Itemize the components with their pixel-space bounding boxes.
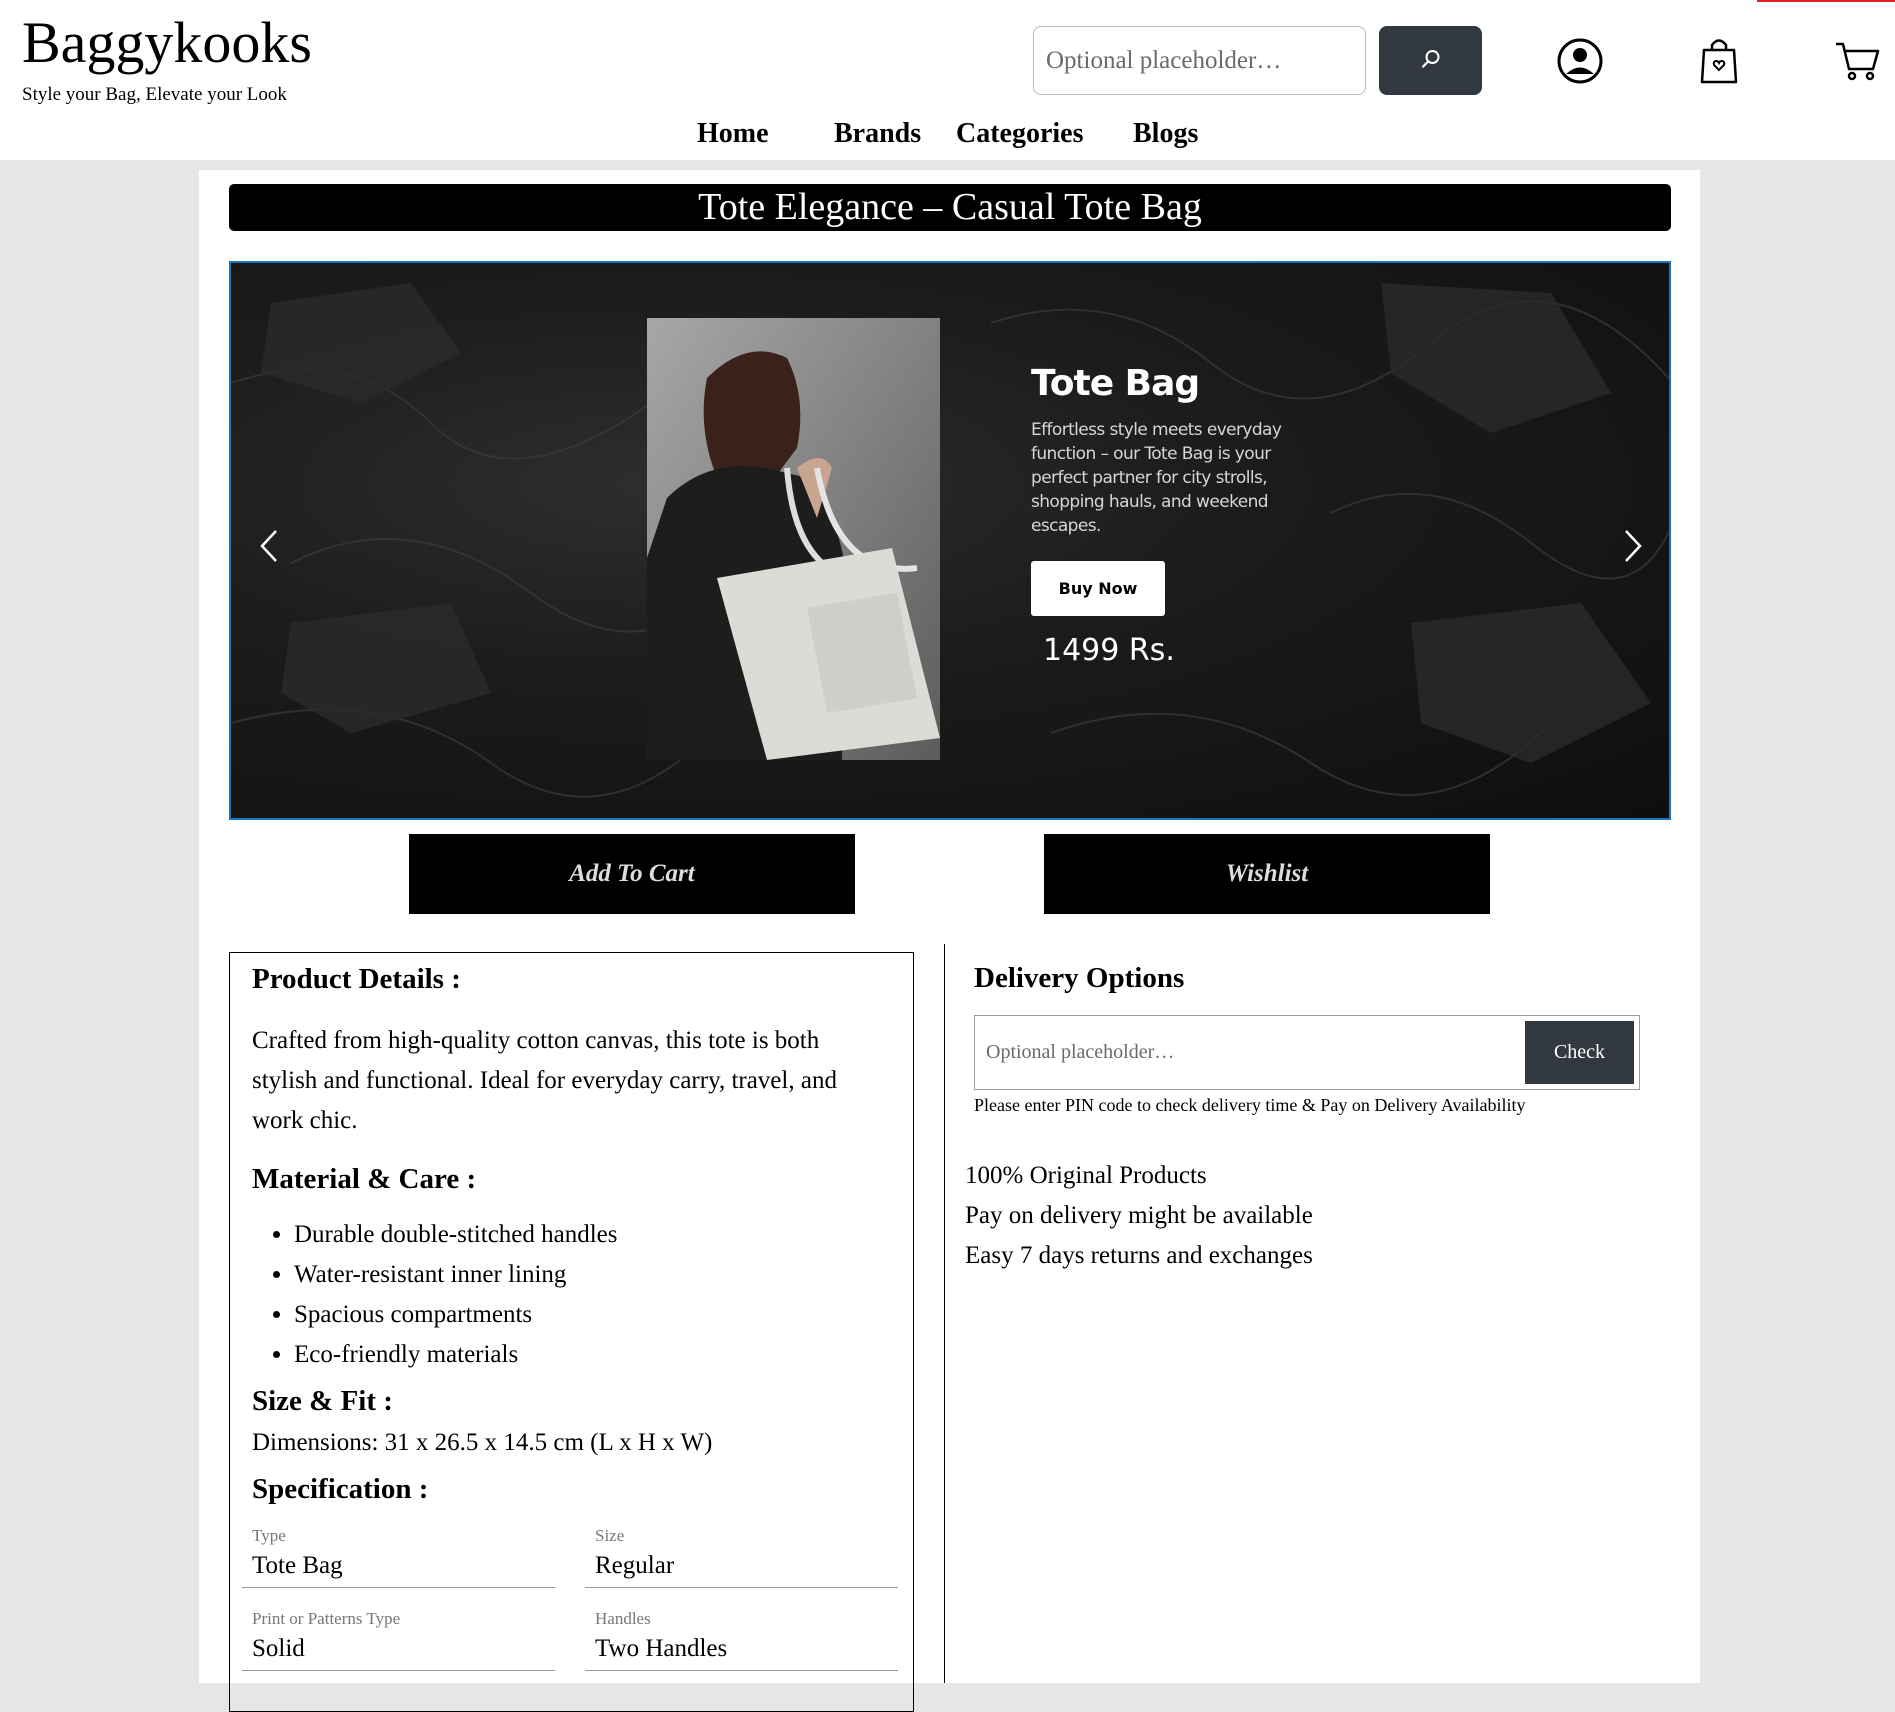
user-account-icon[interactable]: [1553, 34, 1607, 88]
shopping-bag-icon[interactable]: [1692, 34, 1746, 88]
pin-check-group: Check: [974, 1015, 1640, 1090]
spec-value-print: Solid: [252, 1635, 305, 1662]
add-to-cart-button[interactable]: Add To Cart: [409, 834, 855, 914]
assurance-original: 100% Original Products: [965, 1162, 1207, 1189]
chevron-left-icon[interactable]: [249, 521, 289, 571]
slide-price: 1499 Rs.: [1043, 633, 1175, 668]
search-input[interactable]: [1033, 26, 1366, 95]
top-accent-line: [1757, 0, 1895, 2]
delivery-options-heading: Delivery Options: [974, 962, 1185, 994]
spec-label-print: Print or Patterns Type: [252, 1609, 401, 1628]
spec-value-type: Tote Bag: [252, 1552, 343, 1579]
material-care-list: Durable double-stitched handles Water-re…: [252, 1215, 618, 1375]
pin-code-note: Please enter PIN code to check delivery …: [974, 1095, 1526, 1115]
assurance-pay-on-delivery: Pay on delivery might be available: [965, 1202, 1313, 1229]
buy-now-button[interactable]: Buy Now: [1031, 561, 1165, 616]
brand-logo[interactable]: Baggykooks: [22, 10, 312, 76]
spec-value-size: Regular: [595, 1552, 675, 1579]
product-title: Tote Elegance – Casual Tote Bag: [229, 184, 1671, 231]
check-button[interactable]: Check: [1525, 1021, 1634, 1084]
list-item: Spacious compartments: [294, 1295, 618, 1335]
dark-texture-background: [231, 283, 1669, 798]
assurance-returns: Easy 7 days returns and exchanges: [965, 1242, 1313, 1269]
slide-text: Tote Bag Effortless style meets everyday…: [1031, 363, 1291, 538]
spec-label-size: Size: [595, 1526, 625, 1545]
spec-divider: [242, 1587, 555, 1588]
size-fit-heading: Size & Fit :: [252, 1385, 393, 1417]
spec-divider: [242, 1670, 555, 1671]
nav-blogs[interactable]: Blogs: [1133, 118, 1198, 150]
list-item: Durable double-stitched handles: [294, 1215, 618, 1255]
product-details-panel: Product Details : Crafted from high-qual…: [229, 952, 914, 1712]
spec-divider: [585, 1670, 898, 1671]
dimensions-text: Dimensions: 31 x 26.5 x 14.5 cm (L x H x…: [252, 1429, 713, 1456]
pin-code-input[interactable]: [976, 1017, 1516, 1088]
slide-description: Effortless style meets everyday function…: [1031, 420, 1282, 536]
tote-bag-model-image: [647, 318, 940, 760]
list-item: Water-resistant inner lining: [294, 1255, 618, 1295]
search-button[interactable]: [1379, 26, 1482, 95]
spec-value-handles: Two Handles: [595, 1635, 728, 1662]
nav-categories[interactable]: Categories: [956, 118, 1084, 150]
spec-divider: [585, 1587, 898, 1588]
site-header: Baggykooks Style your Bag, Elevate your …: [0, 0, 1895, 160]
cart-icon[interactable]: [1830, 34, 1884, 88]
list-item: Eco-friendly materials: [294, 1335, 618, 1375]
spec-label-type: Type: [252, 1526, 286, 1545]
nav-brands[interactable]: Brands: [834, 118, 921, 150]
spec-label-handles: Handles: [595, 1609, 651, 1628]
product-page-content: Tote Elegance – Casual Tote Bag Tote Bag…: [199, 170, 1700, 1712]
magnifier-icon: [1420, 48, 1442, 73]
slide-title: Tote Bag: [1031, 363, 1200, 404]
column-divider: [944, 944, 945, 1683]
product-details-heading: Product Details :: [252, 963, 461, 995]
material-care-heading: Material & Care :: [252, 1163, 477, 1195]
product-description: Crafted from high-quality cotton canvas,…: [252, 1027, 837, 1134]
product-carousel[interactable]: Tote Bag Effortless style meets everyday…: [229, 261, 1671, 820]
specification-heading: Specification :: [252, 1473, 429, 1505]
nav-home[interactable]: Home: [697, 118, 769, 150]
brand-tagline: Style your Bag, Elevate your Look: [22, 84, 287, 105]
wishlist-button[interactable]: Wishlist: [1044, 834, 1490, 914]
chevron-right-icon[interactable]: [1613, 521, 1653, 571]
